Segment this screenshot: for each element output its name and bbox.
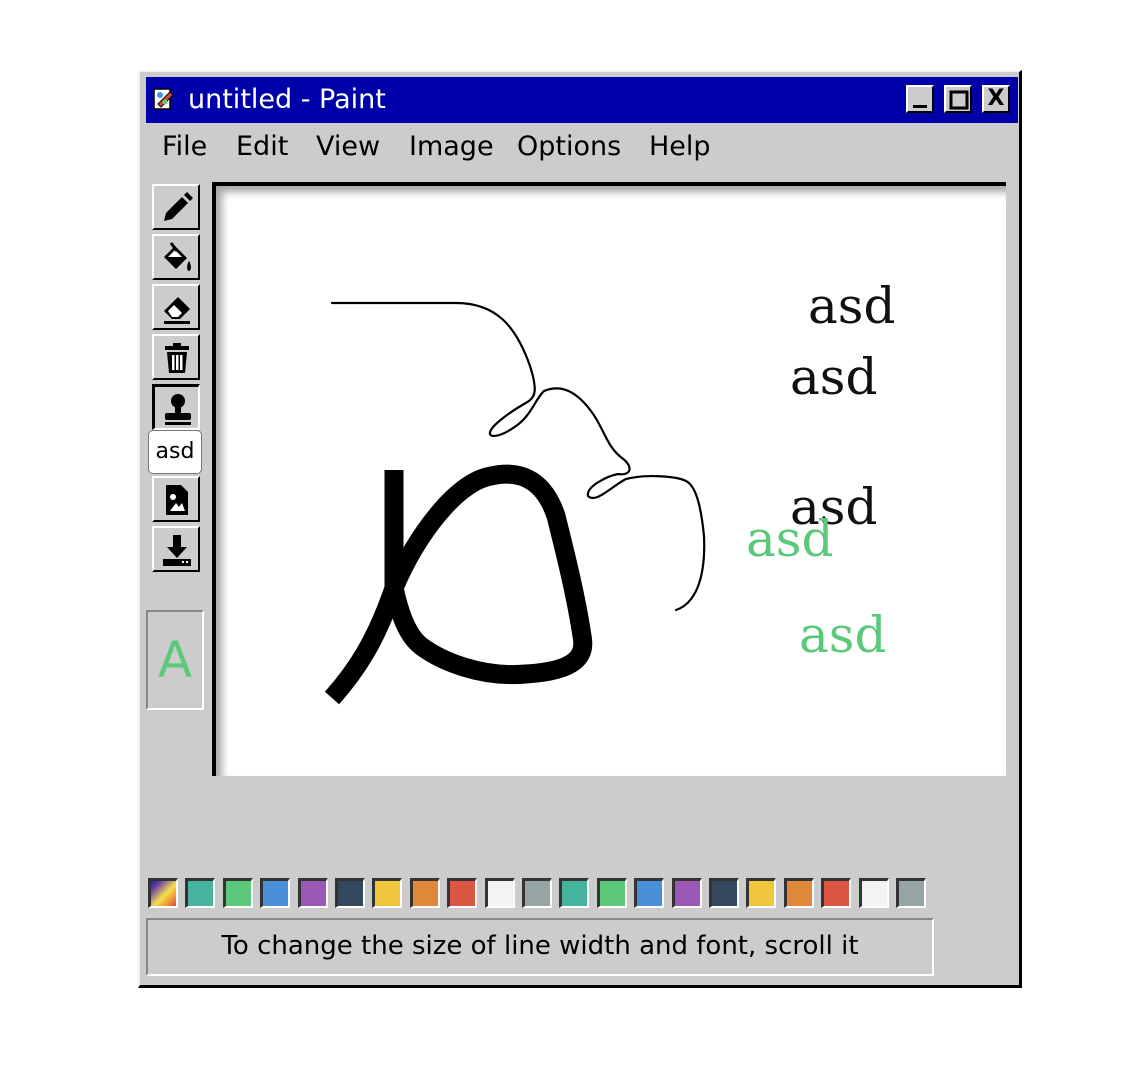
stamp-text-tooltip: asd (148, 430, 202, 474)
palette-swatch[interactable] (447, 878, 477, 908)
palette-swatch[interactable] (559, 878, 589, 908)
open-image-tool[interactable] (152, 476, 200, 522)
minimize-button[interactable] (906, 85, 934, 113)
title-bar[interactable]: untitled - Paint X (146, 77, 1018, 123)
current-color-glyph: A (157, 631, 193, 689)
palette-swatch[interactable] (485, 878, 515, 908)
stamp-text-5: asd (799, 606, 887, 664)
menu-options[interactable]: Options (517, 130, 621, 164)
eraser-icon (164, 297, 190, 324)
minimize-icon (913, 105, 927, 108)
menu-file[interactable]: File (162, 130, 207, 164)
palette-swatch[interactable] (410, 878, 440, 908)
palette-gradient-swatch[interactable] (148, 878, 178, 908)
menu-view[interactable]: View (316, 130, 380, 164)
palette-swatch[interactable] (597, 878, 627, 908)
eraser-tool[interactable] (152, 284, 200, 330)
stamp-text-2: asd (790, 348, 878, 406)
clear-tool[interactable] (152, 334, 200, 380)
maximize-button[interactable] (944, 85, 972, 113)
palette-swatch[interactable] (634, 878, 664, 908)
close-button[interactable]: X (982, 85, 1010, 113)
fill-tool[interactable] (152, 234, 200, 280)
paint-app-icon (152, 86, 178, 112)
palette-swatch[interactable] (746, 878, 776, 908)
palette-swatch[interactable] (709, 878, 739, 908)
thick-freehand-stroke (324, 464, 593, 705)
palette-swatch[interactable] (821, 878, 851, 908)
canvas-drawing (324, 301, 706, 705)
menu-help[interactable]: Help (649, 130, 711, 164)
pencil-icon (164, 192, 193, 221)
palette-swatch[interactable] (335, 878, 365, 908)
stamp-text-4: asd (746, 510, 834, 568)
palette-swatch[interactable] (223, 878, 253, 908)
save-tool[interactable] (152, 526, 200, 572)
paint-bucket-icon (164, 242, 191, 271)
palette-swatch[interactable] (185, 878, 215, 908)
paint-window: untitled - Paint X File Edit View Image … (138, 70, 1022, 988)
stamp-tool[interactable] (152, 384, 200, 430)
pencil-tool[interactable] (152, 184, 200, 230)
menu-edit[interactable]: Edit (236, 130, 288, 164)
trash-icon (165, 343, 189, 373)
palette-swatch[interactable] (522, 878, 552, 908)
close-x-icon: X (987, 86, 1005, 111)
palette-swatch[interactable] (298, 878, 328, 908)
palette-swatch[interactable] (784, 878, 814, 908)
palette-swatch[interactable] (372, 878, 402, 908)
palette-swatch[interactable] (260, 878, 290, 908)
image-file-icon (166, 485, 188, 515)
palette-swatch[interactable] (896, 878, 926, 908)
stamp-text-1: asd (808, 277, 896, 335)
palette-swatch[interactable] (672, 878, 702, 908)
palette-swatch[interactable] (859, 878, 889, 908)
maximize-icon (949, 90, 969, 110)
menu-image[interactable]: Image (409, 130, 494, 164)
download-icon (163, 535, 191, 566)
window-title: untitled - Paint (188, 84, 386, 115)
current-color-indicator[interactable]: A (146, 610, 204, 710)
stamp-icon (165, 394, 191, 425)
status-bar: To change the size of line width and fon… (146, 918, 934, 976)
drawing-canvas[interactable]: asd asd asd asd asd (212, 182, 1006, 776)
